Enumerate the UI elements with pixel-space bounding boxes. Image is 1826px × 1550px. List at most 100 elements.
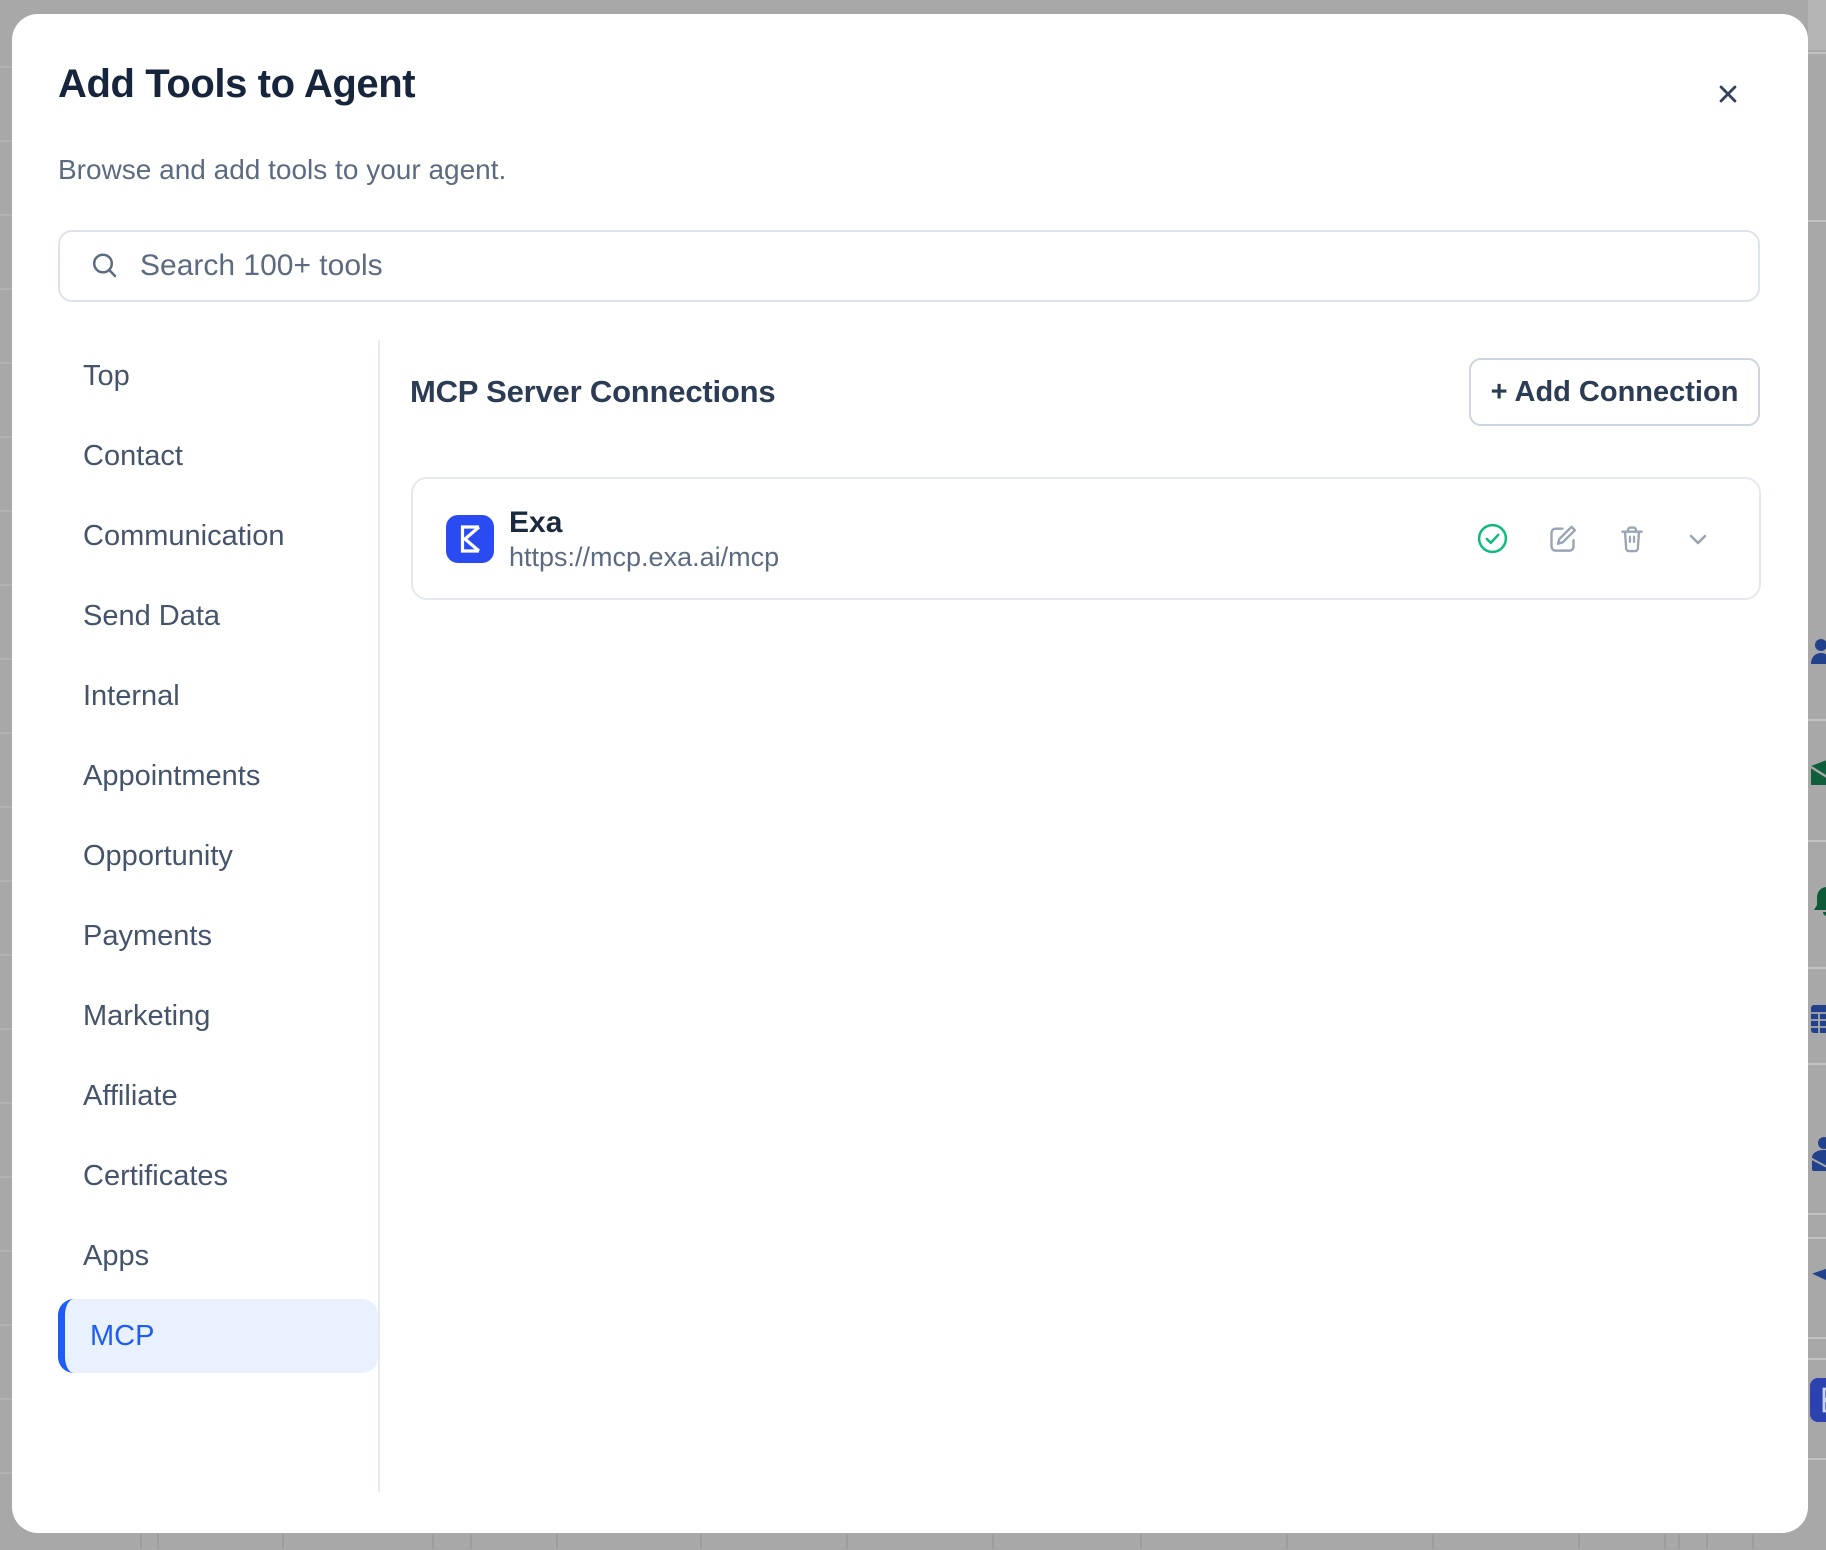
background-column-divider	[1140, 1534, 1142, 1549]
dialog-subtitle: Browse and add tools to your agent.	[58, 153, 506, 187]
background-row-divider	[0, 954, 12, 956]
sidebar-item-marketing[interactable]: Marketing	[58, 976, 378, 1056]
background-row-divider	[1808, 1237, 1826, 1239]
mail-green-icon	[1810, 760, 1826, 794]
bell-green-icon	[1810, 884, 1826, 918]
expand-connection-button[interactable]	[1683, 524, 1713, 554]
sidebar-item-affiliate[interactable]: Affiliate	[58, 1056, 378, 1136]
send-blue-icon	[1810, 1262, 1826, 1296]
background-column-divider	[470, 1534, 472, 1549]
connected-status-icon	[1474, 520, 1511, 557]
connection-actions	[1474, 520, 1713, 557]
background-row-divider	[1808, 719, 1826, 721]
sidebar-item-label: Internal	[83, 682, 180, 711]
background-row-divider	[1808, 1358, 1826, 1360]
background-row-divider	[0, 1472, 12, 1474]
background-row-divider	[0, 880, 12, 882]
background-row-divider	[0, 140, 12, 142]
backdrop-left-strip	[0, 0, 12, 1550]
background-row-divider	[1808, 1337, 1826, 1339]
background-row-divider	[0, 732, 12, 734]
sidebar-item-contact[interactable]: Contact	[58, 416, 378, 496]
background-row-divider	[0, 1398, 12, 1400]
sidebar-item-label: Contact	[83, 442, 183, 471]
background-row-divider	[1808, 1458, 1826, 1460]
connection-info: Exa https://mcp.exa.ai/mcp	[509, 504, 779, 574]
sidebar-item-internal[interactable]: Internal	[58, 656, 378, 736]
background-column-divider	[1706, 1534, 1708, 1549]
sidebar-item-communication[interactable]: Communication	[58, 496, 378, 576]
trash-icon	[1614, 521, 1650, 557]
background-row-divider	[0, 584, 12, 586]
background-column-divider	[700, 1534, 702, 1549]
category-sidebar: Top Contact Communication Send Data Inte…	[58, 336, 378, 1376]
sidebar-item-label: Marketing	[83, 1002, 210, 1031]
sidebar-item-top[interactable]: Top	[58, 336, 378, 416]
background-column-divider	[1432, 1534, 1434, 1549]
background-column-divider	[846, 1534, 848, 1549]
background-row-divider	[1808, 220, 1826, 222]
close-button[interactable]	[1706, 72, 1750, 116]
chevron-down-icon	[1683, 524, 1713, 554]
connection-name: Exa	[509, 504, 779, 541]
search-icon	[88, 249, 122, 283]
background-row-divider	[1808, 1063, 1826, 1065]
background-row-divider	[0, 1176, 12, 1178]
sidebar-item-mcp[interactable]: MCP	[58, 1299, 378, 1373]
tools-search-box	[58, 230, 1760, 302]
background-row-divider	[0, 66, 12, 68]
background-header-band	[1808, 0, 1826, 50]
background-column-divider	[140, 1534, 142, 1549]
sidebar-item-label: Send Data	[83, 602, 220, 631]
edit-icon	[1544, 520, 1581, 557]
background-row-divider	[0, 1102, 12, 1104]
backdrop-bottom-strip	[0, 1533, 1826, 1550]
sidebar-item-label: Communication	[83, 522, 284, 551]
sidebar-item-certificates[interactable]: Certificates	[58, 1136, 378, 1216]
connections-list: Exa https://mcp.exa.ai/mcp	[411, 477, 1761, 600]
connection-card: Exa https://mcp.exa.ai/mcp	[411, 477, 1761, 600]
sidebar-item-label: MCP	[90, 1322, 154, 1351]
background-column-divider	[282, 1534, 284, 1549]
edit-connection-button[interactable]	[1544, 520, 1581, 557]
sidebar-item-send-data[interactable]: Send Data	[58, 576, 378, 656]
background-row-divider	[0, 436, 12, 438]
background-row-divider	[1808, 967, 1826, 969]
sidebar-item-label: Top	[83, 362, 130, 391]
calendar-blue-icon	[1810, 1002, 1826, 1036]
sidebar-item-payments[interactable]: Payments	[58, 896, 378, 976]
background-row-divider	[1808, 840, 1826, 842]
background-column-divider	[1578, 1534, 1580, 1549]
background-row-divider	[0, 362, 12, 364]
background-row-divider	[0, 510, 12, 512]
user-mail-blue-icon	[1810, 1136, 1826, 1170]
sidebar-item-label: Affiliate	[83, 1082, 178, 1111]
sidebar-item-opportunity[interactable]: Opportunity	[58, 816, 378, 896]
add-tools-dialog: Add Tools to Agent Browse and add tools …	[12, 14, 1808, 1533]
background-column-divider	[157, 1534, 159, 1549]
exa-logo-icon	[446, 515, 494, 563]
background-row-divider	[0, 658, 12, 660]
background-row-divider	[0, 1324, 12, 1326]
backdrop-right-strip	[1808, 0, 1826, 1550]
connection-url: https://mcp.exa.ai/mcp	[509, 541, 779, 574]
background-row-divider	[0, 1250, 12, 1252]
background-column-divider	[1286, 1534, 1288, 1549]
add-connection-button[interactable]: + Add Connection	[1469, 358, 1760, 426]
sidebar-divider	[378, 340, 380, 1492]
section-heading: MCP Server Connections	[410, 373, 775, 410]
background-row-divider	[1808, 1213, 1826, 1215]
background-row-divider	[0, 214, 12, 216]
search-input[interactable]	[138, 235, 1738, 297]
sidebar-item-label: Apps	[83, 1242, 149, 1271]
background-column-divider	[556, 1534, 558, 1549]
background-column-divider	[1752, 1534, 1754, 1549]
sidebar-item-apps[interactable]: Apps	[58, 1216, 378, 1296]
close-icon	[1713, 79, 1743, 109]
sidebar-item-label: Certificates	[83, 1162, 228, 1191]
users-blue-icon	[1810, 636, 1826, 670]
sidebar-item-appointments[interactable]: Appointments	[58, 736, 378, 816]
background-column-divider	[432, 1534, 434, 1549]
delete-connection-button[interactable]	[1614, 521, 1650, 557]
background-row-divider	[1808, 52, 1826, 54]
